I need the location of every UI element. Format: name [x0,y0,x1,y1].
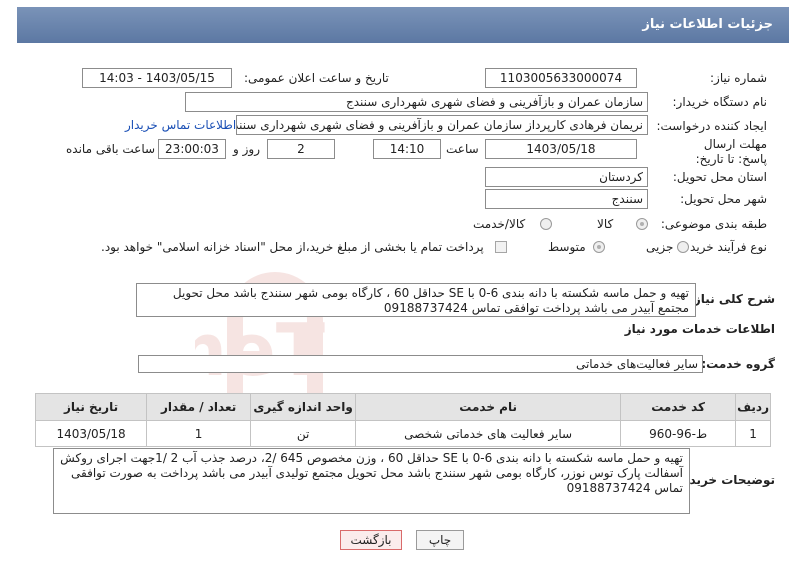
cell-row: 1 [735,420,771,447]
col-need-date: تاریخ نیاز [34,393,148,421]
treasury-payment-note: پرداخت تمام یا بخشی از مبلغ خرید،از محل … [101,240,484,254]
process-radio-medium[interactable] [593,241,605,253]
days-remaining-field[interactable]: 2 [267,139,335,159]
services-section-title: اطلاعات خدمات مورد نیاز [624,322,775,336]
process-radio-partial[interactable] [677,241,689,253]
category-option-goods-service: کالا/خدمت [473,217,526,231]
process-option-medium: متوسط [548,240,586,254]
back-button[interactable]: بازگشت [340,530,402,550]
announce-field[interactable]: 1403/05/15 - 14:03 [82,68,232,88]
page-title: جزئیات اطلاعات نیاز [642,17,773,32]
cell-quantity: 1 [146,420,252,447]
buyer-org-field[interactable]: سازمان عمران و بازآفرینی و فضای شهری شهر… [185,92,648,112]
treasury-payment-checkbox[interactable] [495,241,507,253]
col-unit: واحد اندازه گیری [250,393,357,421]
city-field[interactable]: سنندج [485,189,648,209]
need-number-field[interactable]: 1103005633000074 [485,68,637,88]
summary-textarea[interactable]: تهیه و حمل ماسه شکسته با دانه بندی 6-0 ب… [136,283,696,317]
service-group-label: گروه خدمت: [701,357,775,371]
col-quantity: تعداد / مقدار [146,393,252,421]
col-service-code: کد خدمت [620,393,737,421]
province-field[interactable]: کردستان [485,167,648,187]
watermark-text: AriaTender.neT [195,308,325,392]
remaining-time-field[interactable]: 23:00:03 [158,139,226,159]
page-header: جزئیات اطلاعات نیاز [17,7,789,43]
days-label: روز و [233,142,260,156]
col-service-name: نام خدمت [355,393,622,421]
cell-service-code: ط-96-960 [620,420,737,447]
deadline-time-field[interactable]: 14:10 [373,139,441,159]
summary-label: شرح کلی نیاز: [689,292,775,306]
buyer-contact-link[interactable]: اطلاعات تماس خریدار [125,118,236,132]
buyer-org-label: نام دستگاه خریدار: [672,95,768,109]
deadline-date-field[interactable]: 1403/05/18 [485,139,637,159]
city-label: شهر محل تحویل: [680,192,767,206]
province-label: استان محل تحویل: [672,170,767,184]
category-label: طبقه بندی موضوعی: [660,217,767,231]
process-type-label: نوع فرآیند خرید : [682,240,767,254]
requester-label: ایجاد کننده درخواست: [656,119,767,133]
category-radio-goods-service[interactable] [540,218,552,230]
requester-field[interactable]: نریمان فرهادی کارپرداز سازمان عمران و با… [236,115,648,135]
print-button[interactable]: چاپ [416,530,464,550]
col-row: ردیف [735,393,771,421]
process-option-partial: جزیی [646,240,674,254]
cell-unit: تن [250,420,357,447]
need-number-label: شماره نیاز: [710,71,767,85]
announce-label: تاریخ و ساعت اعلان عمومی: [244,71,389,85]
deadline-label: مهلت ارسال پاسخ: تا تاریخ: [695,137,767,166]
table-row[interactable]: 1 ط-96-960 سایر فعالیت های خدماتی شخصی ت… [34,420,771,447]
services-table-header: ردیف کد خدمت نام خدمت واحد اندازه گیری ت… [34,393,771,421]
cell-service-name: سایر فعالیت های خدماتی شخصی [355,420,622,447]
deadline-time-label: ساعت [446,142,479,156]
remaining-time-label: ساعت باقی مانده [66,142,156,156]
category-radio-goods[interactable] [636,218,648,230]
cell-need-date: 1403/05/18 [34,420,148,447]
services-table: ردیف کد خدمت نام خدمت واحد اندازه گیری ت… [34,393,771,447]
service-group-field[interactable]: سایر فعالیت‌های خدماتی [138,355,703,373]
category-option-goods: کالا [597,217,614,231]
buyer-notes-textarea[interactable]: تهیه و حمل ماسه شکسته با دانه بندی 6-0 ب… [53,448,690,514]
